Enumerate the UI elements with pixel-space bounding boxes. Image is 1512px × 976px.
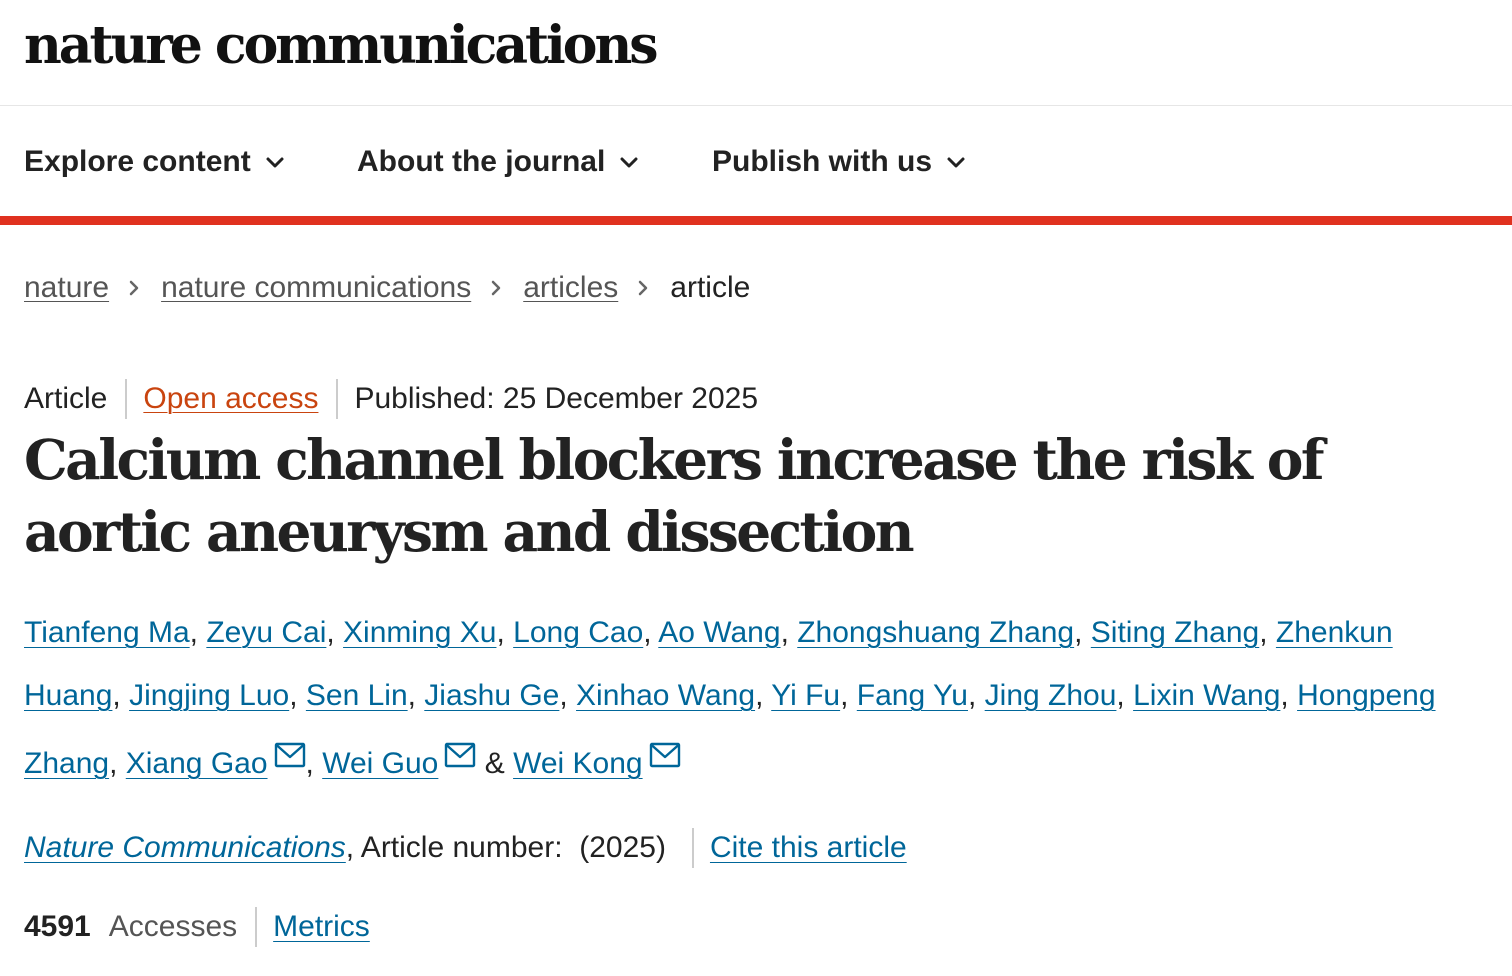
divider bbox=[336, 379, 339, 419]
author-link[interactable]: Zeyu Cai bbox=[206, 616, 326, 649]
author-link[interactable]: Tianfeng Ma bbox=[24, 616, 190, 649]
divider bbox=[125, 379, 128, 419]
nav-publish-with-us[interactable]: Publish with us bbox=[712, 144, 968, 180]
author-link[interactable]: Jingjing Luo bbox=[129, 679, 289, 712]
author-link[interactable]: Xiang Gao bbox=[126, 747, 268, 780]
citation-row: Nature Communications , Article number: … bbox=[24, 828, 907, 868]
mail-icon[interactable] bbox=[444, 727, 476, 768]
author-link[interactable]: Xinming Xu bbox=[343, 616, 496, 649]
author-separator: , bbox=[968, 679, 985, 712]
author-link[interactable]: Long Cao bbox=[513, 616, 643, 649]
author-separator: , bbox=[496, 616, 514, 649]
metrics-row: 4591 Accesses Metrics bbox=[24, 906, 370, 948]
author-separator: , bbox=[109, 747, 126, 780]
cite-this-article-link[interactable]: Cite this article bbox=[710, 831, 907, 865]
open-access-link[interactable]: Open access bbox=[143, 382, 318, 416]
divider bbox=[691, 828, 694, 868]
author-separator: , bbox=[326, 616, 344, 649]
author-separator: , bbox=[840, 679, 857, 712]
author-link[interactable]: Wei Guo bbox=[322, 747, 438, 780]
accesses-label: Accesses bbox=[108, 910, 238, 943]
author-link[interactable]: Sen Lin bbox=[306, 679, 408, 712]
accesses-count: 4591 bbox=[24, 910, 91, 943]
author-separator: , bbox=[1259, 616, 1276, 649]
metrics-link[interactable]: Metrics bbox=[273, 910, 370, 944]
nav-explore-content[interactable]: Explore content bbox=[24, 144, 287, 180]
breadcrumb-nature[interactable]: nature bbox=[24, 271, 109, 305]
author-list: Tianfeng Ma, Zeyu Cai, Xinming Xu, Long … bbox=[24, 601, 1444, 795]
breadcrumb-nature-communications[interactable]: nature communications bbox=[161, 271, 471, 305]
nav-label: About the journal bbox=[357, 145, 606, 178]
breadcrumb: nature nature communications articles ar… bbox=[24, 268, 750, 308]
journal-link[interactable]: Nature Communications bbox=[24, 831, 346, 865]
article-title: Calcium channel blockers increase the ri… bbox=[24, 427, 1325, 564]
chevron-down-icon bbox=[617, 150, 641, 174]
author-link[interactable]: Xinhao Wang bbox=[576, 679, 755, 712]
author-link[interactable]: Ao Wang bbox=[658, 616, 780, 649]
chevron-down-icon bbox=[263, 150, 287, 174]
author-link[interactable]: Zhongshuang Zhang bbox=[797, 616, 1074, 649]
main-navigation: Explore content About the journal Publis… bbox=[0, 106, 1512, 216]
author-link[interactable]: Yi Fu bbox=[771, 679, 840, 712]
mail-icon[interactable] bbox=[274, 727, 306, 768]
breadcrumb-articles[interactable]: articles bbox=[523, 271, 618, 305]
chevron-right-icon bbox=[487, 278, 505, 298]
author-link[interactable]: Siting Zhang bbox=[1091, 616, 1259, 649]
author-separator: , bbox=[559, 679, 577, 712]
author-separator: , bbox=[1280, 679, 1298, 712]
chevron-right-icon bbox=[634, 278, 652, 298]
article-number: , Article number: (2025) bbox=[345, 831, 666, 864]
author-link[interactable]: Fang Yu bbox=[857, 679, 968, 712]
author-separator: , bbox=[1116, 679, 1134, 712]
divider bbox=[255, 907, 258, 947]
author-separator: , bbox=[305, 747, 323, 780]
author-link[interactable]: Wei Kong bbox=[513, 747, 643, 780]
nav-label: Publish with us bbox=[712, 145, 933, 178]
author-separator: , bbox=[112, 679, 130, 712]
accent-bar bbox=[0, 216, 1512, 225]
breadcrumb-current: article bbox=[670, 271, 751, 304]
author-link[interactable]: Jing Zhou bbox=[985, 679, 1117, 712]
author-separator: , bbox=[1074, 616, 1091, 649]
article-type: Article bbox=[24, 382, 108, 415]
author-link[interactable]: Lixin Wang bbox=[1133, 679, 1280, 712]
author-separator: , bbox=[755, 679, 772, 712]
author-separator: , bbox=[643, 616, 659, 649]
chevron-right-icon bbox=[125, 278, 143, 298]
author-separator: , bbox=[780, 616, 798, 649]
mail-icon[interactable] bbox=[649, 727, 681, 768]
site-header: nature communications bbox=[0, 0, 1512, 106]
nav-about-journal[interactable]: About the journal bbox=[357, 144, 641, 180]
author-separator: & bbox=[476, 747, 514, 780]
article-meta: Article Open access Published: 25 Decemb… bbox=[24, 379, 759, 419]
author-separator: , bbox=[189, 616, 207, 649]
published-date: Published: 25 December 2025 bbox=[354, 382, 759, 415]
chevron-down-icon bbox=[944, 150, 968, 174]
author-link[interactable]: Jiashu Ge bbox=[424, 679, 559, 712]
journal-logo[interactable]: nature communications bbox=[24, 14, 659, 78]
nav-label: Explore content bbox=[24, 145, 251, 178]
author-separator: , bbox=[407, 679, 425, 712]
author-separator: , bbox=[289, 679, 306, 712]
